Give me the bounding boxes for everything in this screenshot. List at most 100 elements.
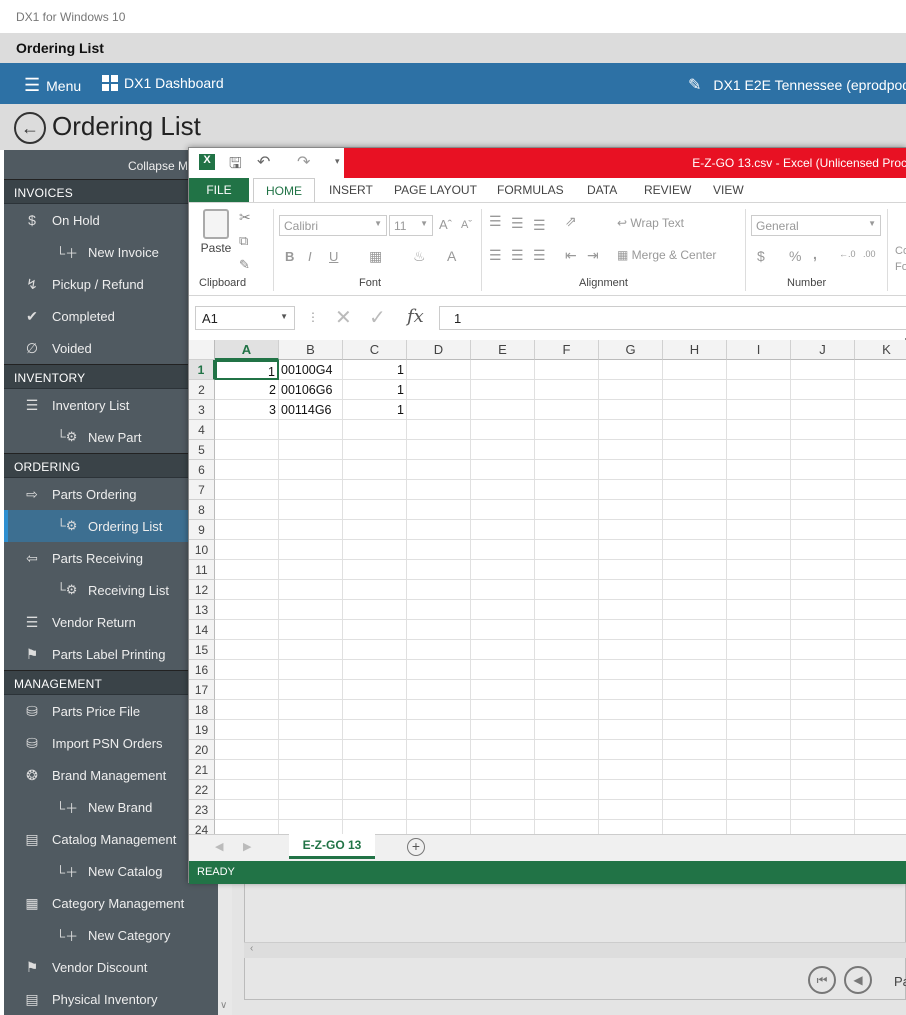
grid-cell[interactable]	[535, 820, 599, 834]
grid-cell[interactable]	[343, 700, 407, 720]
grid-cell[interactable]	[663, 640, 727, 660]
currency-button[interactable]: $	[757, 248, 765, 264]
grid-cell[interactable]	[791, 360, 855, 380]
row-header[interactable]: 1	[189, 360, 215, 380]
grid-cell[interactable]	[215, 760, 279, 780]
comma-button[interactable]: ,	[813, 246, 817, 262]
sidebar-item-pickup-refund[interactable]: ↯ Pickup / Refund	[4, 268, 218, 300]
grid-cell[interactable]	[535, 440, 599, 460]
sidebar-item-on-hold[interactable]: $ On Hold	[4, 204, 218, 236]
format-table-partial[interactable]: Fo	[895, 261, 906, 273]
grid-cell[interactable]	[407, 600, 471, 620]
grid-cell[interactable]	[599, 720, 663, 740]
grid-cell[interactable]: 1	[343, 380, 407, 400]
grid-cell[interactable]	[599, 520, 663, 540]
grid-cell[interactable]	[407, 700, 471, 720]
grid-cell[interactable]	[855, 560, 906, 580]
tab-formulas[interactable]: FORMULAS	[497, 178, 564, 202]
save-icon[interactable]: 🖫	[229, 153, 242, 178]
grid-cell[interactable]	[727, 680, 791, 700]
grid-cell[interactable]	[279, 500, 343, 520]
grid-cell[interactable]: 00100G4	[279, 360, 343, 380]
grid-cell[interactable]	[791, 740, 855, 760]
cancel-icon[interactable]: ✕	[335, 305, 352, 330]
grid-cell[interactable]	[855, 740, 906, 760]
scroll-right-icon[interactable]: ▶	[243, 840, 251, 853]
grid-cell[interactable]	[727, 380, 791, 400]
grid-cell[interactable]	[663, 700, 727, 720]
grid-cell[interactable]	[407, 440, 471, 460]
column-header[interactable]: G	[599, 340, 663, 360]
grid-cell[interactable]	[791, 720, 855, 740]
row-header[interactable]: 5	[189, 440, 215, 460]
grid-cell[interactable]	[471, 380, 535, 400]
grid-cell[interactable]	[279, 600, 343, 620]
copy-icon[interactable]: ⧉	[239, 233, 248, 249]
row-header[interactable]: 14	[189, 620, 215, 640]
row-header[interactable]: 12	[189, 580, 215, 600]
grid-cell[interactable]	[599, 800, 663, 820]
grid-cell[interactable]	[279, 700, 343, 720]
grid-cell[interactable]	[791, 700, 855, 720]
grid-cell[interactable]	[471, 540, 535, 560]
sidebar-item-parts-price-file[interactable]: ⛁ Parts Price File	[4, 695, 218, 727]
grid-cell[interactable]	[855, 660, 906, 680]
add-sheet-icon[interactable]: +	[407, 838, 425, 856]
grid-cell[interactable]	[663, 560, 727, 580]
grid-cell[interactable]	[727, 440, 791, 460]
grid-cell[interactable]	[407, 420, 471, 440]
first-page-icon[interactable]: ⏮	[808, 966, 836, 994]
sidebar-item-vendor-discount[interactable]: ⚑ Vendor Discount	[4, 951, 218, 983]
sidebar-item-new-category[interactable]: └＋ New Category	[4, 919, 218, 951]
orientation-icon[interactable]: ⇗	[565, 213, 577, 230]
grid-cell[interactable]	[535, 520, 599, 540]
row-header[interactable]: 22	[189, 780, 215, 800]
grid-cell[interactable]	[279, 820, 343, 834]
grid-cell[interactable]	[663, 620, 727, 640]
borders-icon[interactable]: ▦	[369, 248, 382, 265]
grid-cell[interactable]	[343, 740, 407, 760]
grid-cell[interactable]	[471, 400, 535, 420]
row-header[interactable]: 3	[189, 400, 215, 420]
grid-cell[interactable]	[535, 720, 599, 740]
grid-cell[interactable]	[215, 780, 279, 800]
align-center-icon[interactable]: ☰	[511, 247, 524, 264]
grid-cell[interactable]	[407, 640, 471, 660]
grid-cell[interactable]	[663, 540, 727, 560]
grid-cell[interactable]	[535, 740, 599, 760]
fill-color-icon[interactable]: ♨	[413, 248, 426, 265]
grid-cell[interactable]	[727, 720, 791, 740]
grid-cell[interactable]	[663, 380, 727, 400]
grid-cell[interactable]	[215, 560, 279, 580]
align-bottom-icon[interactable]: ☰	[533, 217, 546, 234]
grid-cell[interactable]	[599, 640, 663, 660]
sidebar-item-parts-label-printing[interactable]: ⚑ Parts Label Printing	[4, 638, 218, 670]
grid-cell[interactable]	[791, 820, 855, 834]
increase-indent-icon[interactable]: ⇥	[587, 247, 599, 264]
grid-cell[interactable]	[471, 500, 535, 520]
grid-cell[interactable]	[599, 580, 663, 600]
grid-cell[interactable]	[791, 520, 855, 540]
grid-cell[interactable]	[791, 620, 855, 640]
row-header[interactable]: 21	[189, 760, 215, 780]
grid-cell[interactable]	[599, 620, 663, 640]
spreadsheet-grid[interactable]: A B C D E F G H I J K 1 1 00100G4 1 2 2 00106G6 1 3 3 00114G6…	[189, 340, 906, 834]
grid-cell[interactable]	[663, 520, 727, 540]
grid-cell[interactable]	[855, 800, 906, 820]
grid-cell[interactable]	[663, 400, 727, 420]
grid-cell[interactable]	[343, 420, 407, 440]
redo-icon[interactable]: ↷	[297, 152, 310, 172]
grid-cell[interactable]	[215, 460, 279, 480]
grid-cell[interactable]	[215, 440, 279, 460]
grid-cell[interactable]	[599, 680, 663, 700]
grid-cell[interactable]	[279, 560, 343, 580]
grid-cell[interactable]	[279, 660, 343, 680]
font-name-select[interactable]: Calibri ▼	[279, 215, 387, 236]
tab-home[interactable]: HOME	[253, 178, 315, 202]
grid-cell[interactable]	[855, 620, 906, 640]
grid-cell[interactable]	[663, 500, 727, 520]
grid-cell[interactable]	[535, 360, 599, 380]
decrease-decimal-icon[interactable]: .00	[863, 249, 876, 259]
column-header[interactable]: K	[855, 340, 906, 360]
row-header[interactable]: 15	[189, 640, 215, 660]
